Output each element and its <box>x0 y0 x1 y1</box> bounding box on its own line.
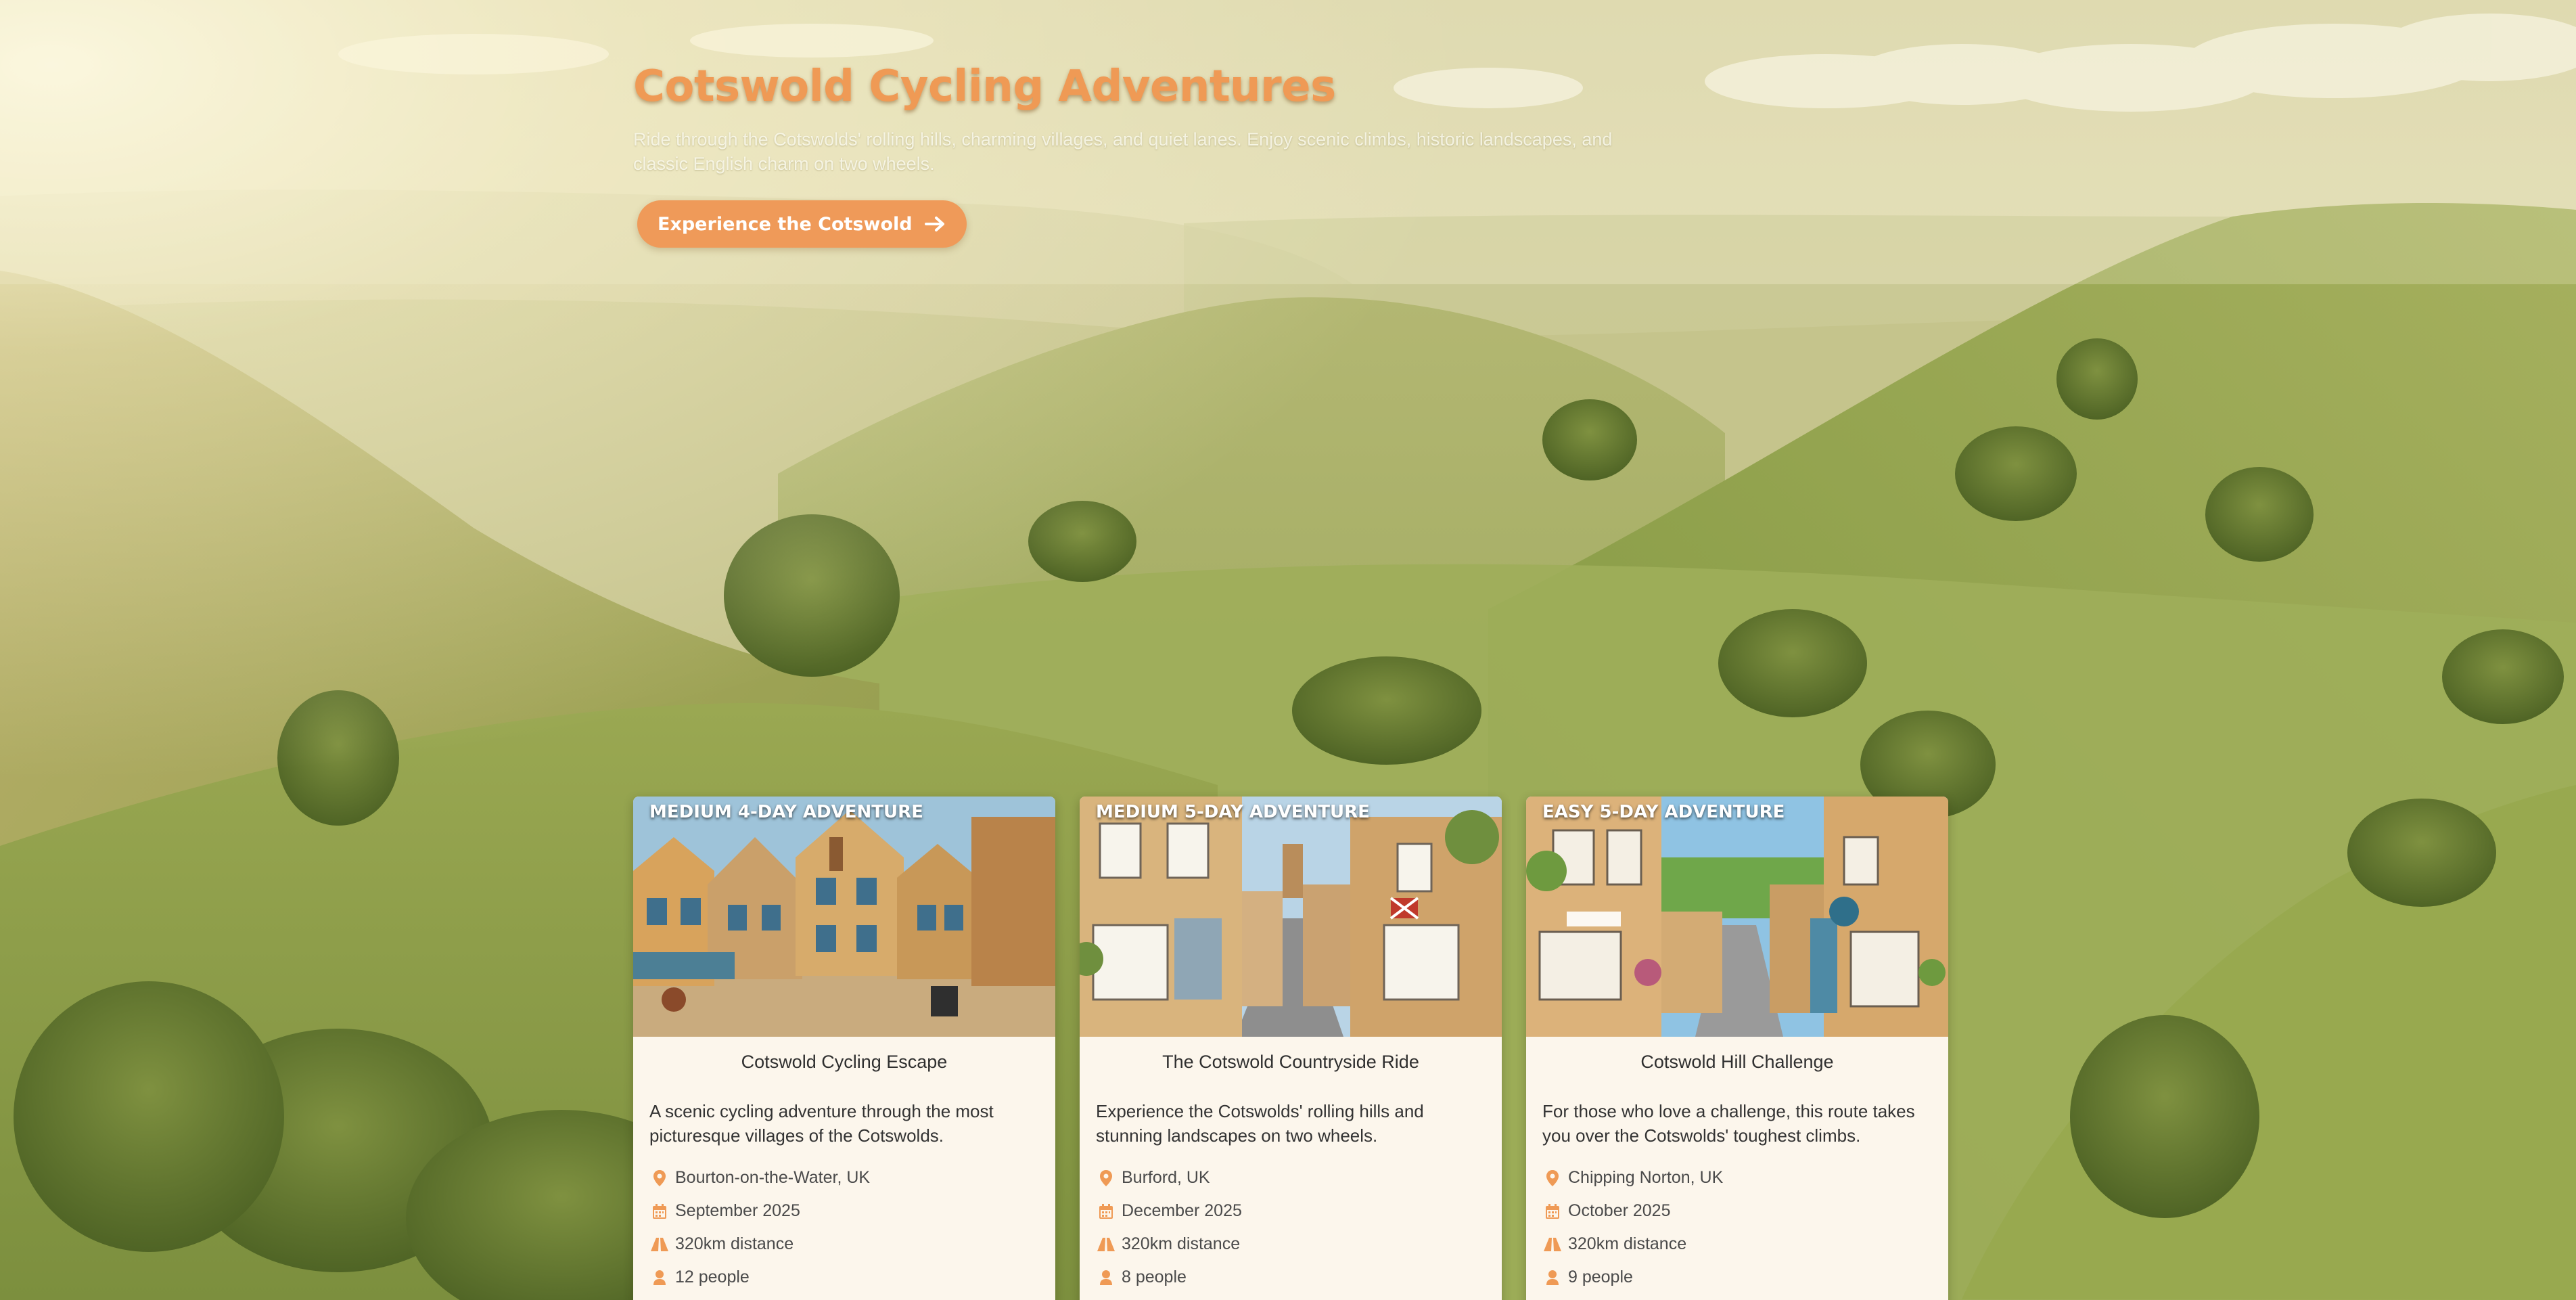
card-people: 12 people <box>649 1261 1039 1294</box>
cta-label: Experience the Cotswold <box>658 213 913 235</box>
person-icon <box>649 1268 670 1287</box>
card-location: Bourton-on-the-Water, UK <box>649 1161 1039 1194</box>
card-title: The Cotswold Countryside Ride <box>1162 1052 1419 1072</box>
card-title: Cotswold Cycling Escape <box>741 1052 948 1072</box>
card-location: Burford, UK <box>1096 1161 1486 1194</box>
card-meta: Burford, UK December 2025 320km distance… <box>1096 1161 1486 1294</box>
card-image-village: MEDIUM 4-DAY ADVENTURE <box>633 797 1055 1037</box>
person-icon <box>1096 1268 1116 1287</box>
hero-subtitle: Ride through the Cotswolds' rolling hill… <box>633 129 1613 174</box>
card-distance: 320km distance <box>1542 1228 1932 1261</box>
card-date: October 2025 <box>1542 1194 1932 1228</box>
card-date: September 2025 <box>649 1194 1039 1228</box>
map-pin-icon <box>649 1169 670 1188</box>
calendar-icon <box>1542 1202 1563 1221</box>
adventure-card[interactable]: MEDIUM 4-DAY ADVENTURE Cotswold Cycling … <box>633 797 1055 1300</box>
road-icon <box>1096 1235 1116 1254</box>
card-people: 9 people <box>1542 1261 1932 1294</box>
card-difficulty-badge: EASY 5-DAY ADVENTURE <box>1542 802 1785 822</box>
card-distance: 320km distance <box>1096 1228 1486 1261</box>
hero-title: Cotswold Cycling Adventures <box>633 62 1336 112</box>
hero-section: Cotswold Cycling Adventures Ride through… <box>633 60 1648 248</box>
card-distance: 320km distance <box>649 1228 1039 1261</box>
card-difficulty-badge: MEDIUM 4-DAY ADVENTURE <box>649 802 923 822</box>
map-pin-icon <box>1542 1169 1563 1188</box>
card-location: Chipping Norton, UK <box>1542 1161 1932 1194</box>
adventure-card[interactable]: EASY 5-DAY ADVENTURE Cotswold Hill Chall… <box>1526 797 1948 1300</box>
card-title: Cotswold Hill Challenge <box>1640 1052 1834 1072</box>
adventure-cards: MEDIUM 4-DAY ADVENTURE Cotswold Cycling … <box>633 797 1948 1300</box>
card-people: 8 people <box>1096 1261 1486 1294</box>
card-image-village: EASY 5-DAY ADVENTURE <box>1526 797 1948 1037</box>
card-description: A scenic cycling adventure through the m… <box>649 1101 994 1146</box>
experience-cotswold-button[interactable]: Experience the Cotswold <box>637 200 967 248</box>
adventure-card[interactable]: MEDIUM 5-DAY ADVENTURE The Cotswold Coun… <box>1080 797 1502 1300</box>
arrow-right-icon <box>924 216 946 232</box>
card-difficulty-badge: MEDIUM 5-DAY ADVENTURE <box>1096 802 1370 822</box>
card-date: December 2025 <box>1096 1194 1486 1228</box>
card-meta: Chipping Norton, UK October 2025 320km d… <box>1542 1161 1932 1294</box>
road-icon <box>1542 1235 1563 1254</box>
card-description: Experience the Cotswolds' rolling hills … <box>1096 1101 1424 1146</box>
card-image-village: MEDIUM 5-DAY ADVENTURE <box>1080 797 1502 1037</box>
card-meta: Bourton-on-the-Water, UK September 2025 … <box>649 1161 1039 1294</box>
person-icon <box>1542 1268 1563 1287</box>
road-icon <box>649 1235 670 1254</box>
calendar-icon <box>649 1202 670 1221</box>
map-pin-icon <box>1096 1169 1116 1188</box>
calendar-icon <box>1096 1202 1116 1221</box>
card-description: For those who love a challenge, this rou… <box>1542 1101 1915 1146</box>
